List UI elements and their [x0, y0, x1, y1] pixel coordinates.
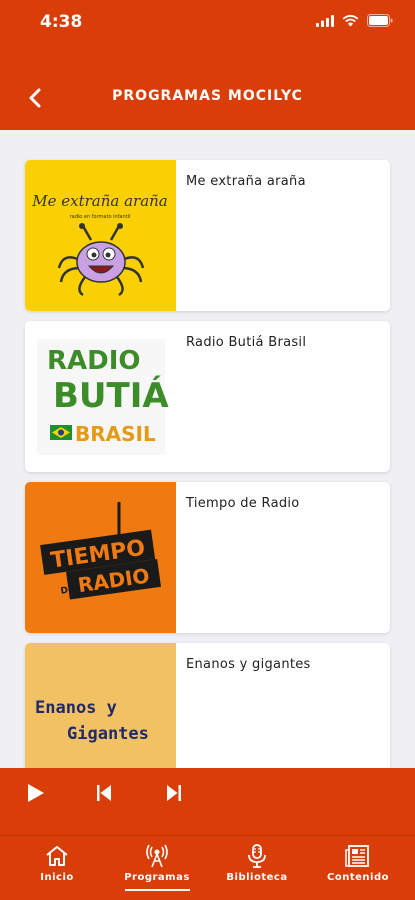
play-icon: [28, 784, 44, 802]
program-title: Radio Butiá Brasil: [186, 335, 307, 350]
skip-back-icon: [97, 785, 111, 801]
program-title: Tiempo de Radio: [186, 496, 300, 511]
program-thumbnail: Me extraña araña radio en formato infant…: [25, 160, 176, 311]
status-time: 4:38: [40, 12, 83, 32]
status-icons: [316, 14, 393, 27]
logo-word-brasil: BRASIL: [75, 422, 156, 446]
wifi-icon: [342, 14, 359, 26]
microphone-icon: [248, 844, 266, 868]
logo-word-radio: RADIO: [47, 346, 141, 376]
next-button[interactable]: [163, 782, 185, 804]
skip-forward-icon: [167, 785, 181, 801]
program-title: Me extraña araña: [186, 174, 306, 189]
brazil-flag-icon: [50, 425, 72, 440]
newspaper-icon: [345, 845, 369, 867]
program-card[interactable]: TIEMPO DE RADIO Tiempo de Radio: [25, 482, 390, 633]
battery-icon: [367, 14, 393, 27]
radio-tower-icon: [146, 844, 168, 868]
program-thumbnail: TIEMPO DE RADIO: [25, 482, 176, 633]
logo-text-gigantes: Gigantes: [67, 724, 149, 744]
tab-label: Inicio: [40, 872, 74, 883]
tab-inicio[interactable]: Inicio: [12, 844, 102, 883]
page-title: PROGRAMAS MOCILYC: [112, 88, 303, 104]
tab-biblioteca[interactable]: Biblioteca: [212, 844, 302, 883]
home-icon: [46, 846, 68, 866]
logo-word-butia: BUTIÁ: [53, 375, 169, 416]
tab-contenido[interactable]: Contenido: [313, 844, 403, 883]
logo-word-de: DE: [60, 585, 75, 597]
logo-text-enanos: Enanos y: [35, 698, 117, 718]
signal-icon: [316, 14, 334, 27]
tab-programas[interactable]: Programas: [112, 844, 202, 883]
tab-label: Biblioteca: [226, 872, 288, 883]
header: 4:38 PROGRAMAS MOCILYC: [0, 0, 415, 130]
tab-bar: Inicio Programas Biblioteca Contenido: [0, 835, 415, 900]
spider-icon: [57, 223, 145, 297]
tab-label: Programas: [124, 872, 190, 883]
play-button[interactable]: [24, 782, 46, 804]
tab-label: Contenido: [327, 872, 389, 883]
program-title: Enanos y gigantes: [186, 657, 311, 672]
logo-text-line2: radio en formato infantil: [70, 214, 131, 220]
logo-text-line1: Me extraña araña: [31, 192, 168, 210]
mini-player: [0, 768, 415, 835]
previous-button[interactable]: [93, 782, 115, 804]
active-tab-indicator: [125, 889, 190, 891]
program-list: Me extraña araña radio en formato infant…: [25, 160, 390, 804]
program-card[interactable]: RADIO BUTIÁ BRASIL Radio Butiá Brasil: [25, 321, 390, 472]
program-card[interactable]: Me extraña araña radio en formato infant…: [25, 160, 390, 311]
program-thumbnail: RADIO BUTIÁ BRASIL: [25, 321, 176, 472]
